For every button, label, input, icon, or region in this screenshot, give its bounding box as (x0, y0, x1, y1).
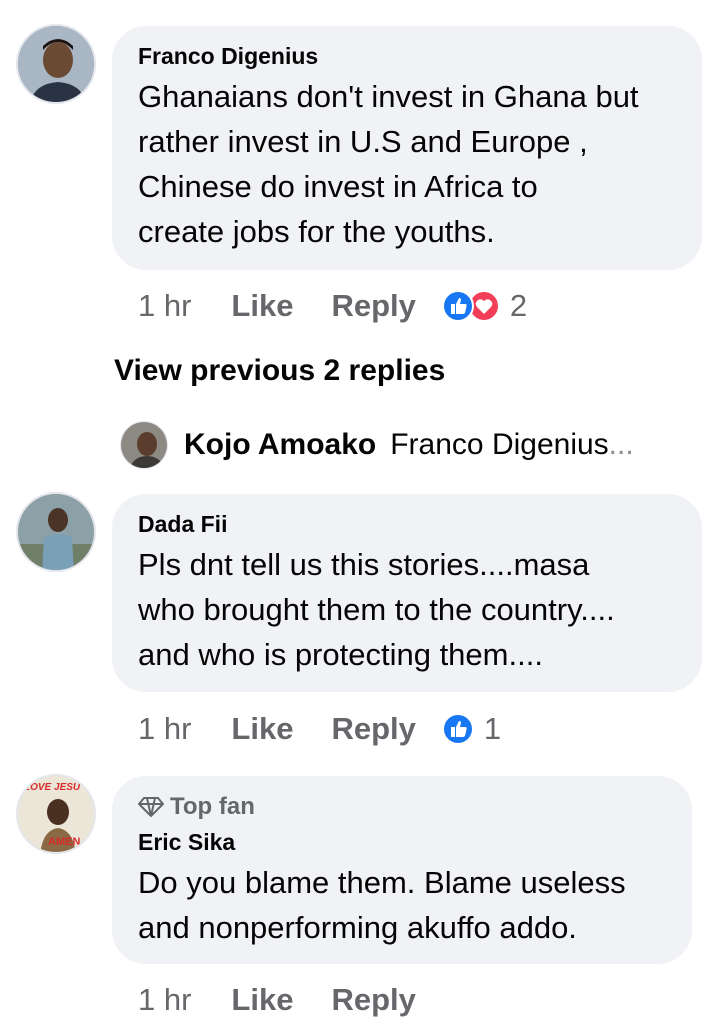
avatar-caption-bottom: AMEN (48, 836, 81, 848)
profile-photo (18, 494, 94, 570)
like-button[interactable]: Like (231, 288, 293, 324)
comment-actions: 1 hr Like Reply 2 (138, 286, 527, 326)
top-fan-badge: Top fan (138, 792, 668, 822)
reaction-count: 1 (483, 711, 502, 746)
avatar[interactable] (120, 421, 168, 469)
view-previous-replies-link[interactable]: View previous 2 replies (114, 354, 445, 388)
avatar[interactable]: LOVE JESU AMEN (16, 774, 96, 854)
comment-text: Ghanaians don't invest in Ghana but rath… (138, 79, 639, 249)
reactions-summary[interactable]: 1 (441, 711, 502, 747)
badge-label: Top fan (170, 793, 255, 820)
avatar[interactable] (16, 24, 96, 104)
like-reaction-icon (441, 713, 474, 745)
diamond-icon (138, 797, 164, 817)
reply-button[interactable]: Reply (331, 982, 415, 1018)
reply-ellipsis: ... (608, 428, 634, 461)
comment-author[interactable]: Dada Fii (138, 510, 678, 538)
comment-author[interactable]: Eric Sika (138, 828, 668, 856)
comment-bubble: Franco Digenius Ghanaians don't invest i… (112, 26, 702, 270)
reply-button[interactable]: Reply (331, 288, 415, 324)
comment-timestamp[interactable]: 1 hr (138, 982, 191, 1018)
like-reaction-icon (441, 290, 474, 322)
profile-photo (121, 422, 167, 468)
comment-timestamp[interactable]: 1 hr (138, 288, 191, 324)
comment-bubble: Top fan Eric Sika Do you blame them. Bla… (112, 776, 692, 964)
comment-author[interactable]: Franco Digenius (138, 42, 678, 70)
avatar[interactable] (16, 492, 96, 572)
reply-preview-text: Franco Digenius (390, 428, 609, 461)
comment-bubble: Dada Fii Pls dnt tell us this stories...… (112, 494, 702, 692)
reaction-count: 2 (509, 288, 528, 323)
like-button[interactable]: Like (231, 711, 293, 747)
avatar-caption-top: LOVE JESU (24, 782, 81, 793)
comment-text: Do you blame them. Blame useless and non… (138, 865, 626, 945)
reactions-summary[interactable]: 2 (441, 288, 528, 324)
comment-actions: 1 hr Like Reply 1 (138, 709, 501, 749)
comment-actions: 1 hr Like Reply (138, 980, 454, 1020)
comment-timestamp[interactable]: 1 hr (138, 711, 191, 747)
like-button[interactable]: Like (231, 982, 293, 1018)
reply-author[interactable]: Kojo Amoako (184, 428, 376, 462)
comment-text: Pls dnt tell us this stories....masa who… (138, 547, 615, 672)
nested-reply-preview[interactable]: Kojo Amoako Franco Digenius ... (120, 420, 634, 470)
reply-button[interactable]: Reply (331, 711, 415, 747)
profile-photo (18, 26, 94, 102)
